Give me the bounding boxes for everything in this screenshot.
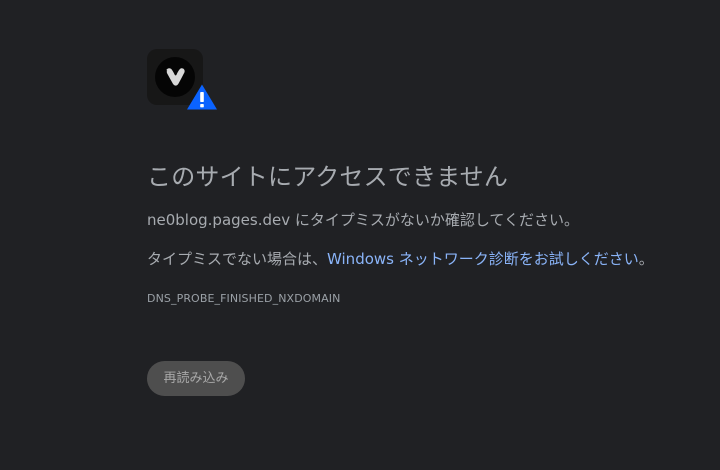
diagnostics-message-suffix: 。 bbox=[638, 250, 654, 268]
connection-error-icon-group bbox=[147, 49, 219, 113]
error-code: DNS_PROBE_FINISHED_NXDOMAIN bbox=[147, 292, 341, 305]
typo-check-message: ne0blog.pages.dev にタイプミスがないか確認してください。 bbox=[147, 211, 579, 229]
page-title: このサイトにアクセスできません bbox=[147, 163, 509, 191]
reload-button[interactable]: 再読み込み bbox=[147, 361, 245, 396]
dns-error-page: このサイトにアクセスできません ne0blog.pages.dev にタイプミス… bbox=[0, 0, 720, 470]
diagnostics-message-prefix: タイプミスでない場合は、 bbox=[147, 250, 328, 268]
warning-icon bbox=[186, 83, 218, 111]
windows-network-diagnostics-link[interactable]: Windows ネットワーク診断をお試しください bbox=[327, 250, 639, 268]
network-diagnostics-message: タイプミスでない場合は、Windows ネットワーク診断をお試しください。 bbox=[147, 249, 654, 269]
